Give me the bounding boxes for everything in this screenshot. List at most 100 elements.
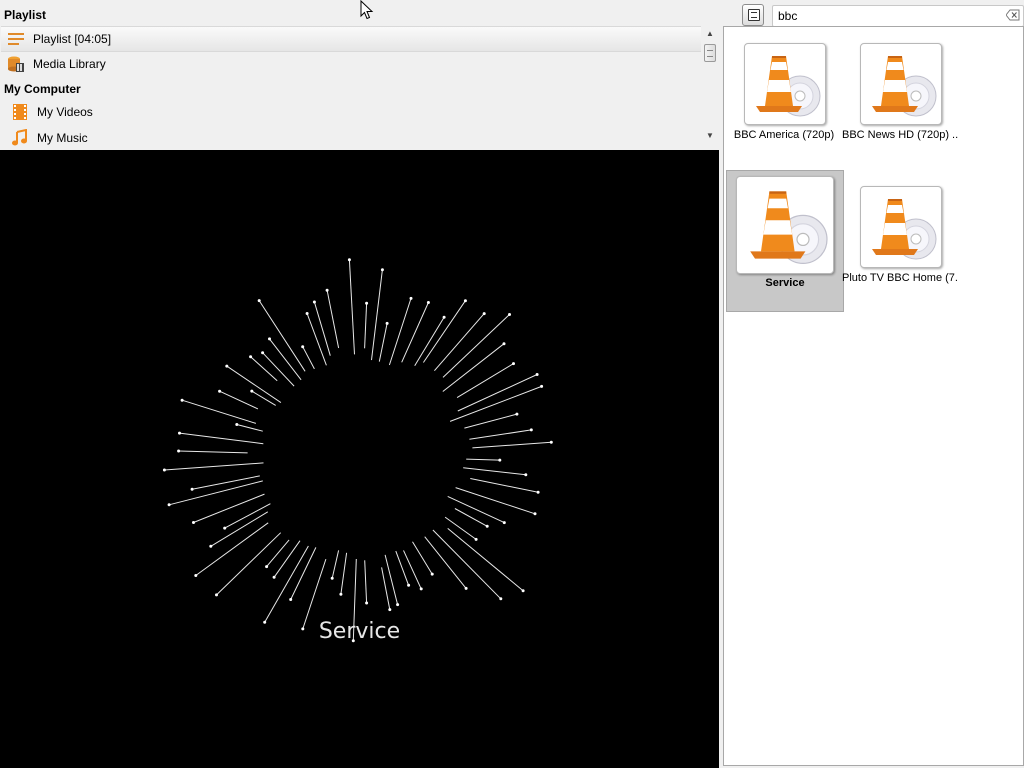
viz-ray xyxy=(266,539,290,567)
viz-ray xyxy=(371,269,383,361)
viz-dot xyxy=(325,288,329,292)
viz-dot xyxy=(499,597,503,601)
viz-dot xyxy=(257,299,261,303)
sidebar-item-playlist[interactable]: Playlist [04:05] xyxy=(1,26,701,52)
viz-ray xyxy=(331,550,340,579)
viz-ray xyxy=(302,346,315,370)
music-note-icon xyxy=(11,128,29,147)
viz-dot xyxy=(218,389,222,393)
sidebar-item-media-library[interactable]: Media Library xyxy=(1,52,701,76)
viz-ray xyxy=(348,259,355,355)
viz-ray xyxy=(250,356,278,382)
viz-ray xyxy=(466,458,500,461)
viz-ray xyxy=(444,516,477,540)
viz-ray xyxy=(313,301,331,356)
viz-ray xyxy=(442,314,510,378)
video-output[interactable]: Service xyxy=(0,150,719,768)
viz-dot xyxy=(388,608,392,612)
viz-ray xyxy=(454,508,488,527)
viz-dot xyxy=(529,428,533,432)
viz-ray xyxy=(422,300,466,363)
viz-dot xyxy=(442,315,446,319)
viz-ray xyxy=(463,467,526,476)
sidebar-item-label: My Videos xyxy=(37,105,93,119)
vlc-cone-icon xyxy=(860,186,942,268)
viz-ray xyxy=(306,313,327,366)
viz-dot xyxy=(301,345,305,349)
visualization-title: Service xyxy=(318,619,401,644)
viz-dot xyxy=(167,503,171,507)
viz-dot xyxy=(533,512,537,516)
viz-ray xyxy=(236,424,263,432)
viz-dot xyxy=(540,384,544,388)
viz-ray xyxy=(364,303,368,349)
viz-dot xyxy=(485,524,489,528)
viz-dot xyxy=(190,487,194,491)
media-library-icon xyxy=(7,55,25,73)
viz-dot xyxy=(339,592,343,596)
viz-dot xyxy=(209,544,213,548)
list-view-icon xyxy=(748,9,760,21)
viz-dot xyxy=(249,355,253,359)
viz-ray xyxy=(470,478,539,493)
viz-dot xyxy=(347,258,351,262)
clear-search-icon[interactable] xyxy=(1005,9,1020,21)
viz-ray xyxy=(258,300,306,372)
viz-ray xyxy=(412,541,433,575)
sidebar-scrollbar[interactable]: ▲ ▼ xyxy=(703,30,717,146)
audio-visualization xyxy=(162,258,553,643)
viz-dot xyxy=(508,313,511,316)
viz-dot xyxy=(178,431,181,435)
vlc-cone-icon xyxy=(736,176,834,274)
viz-ray xyxy=(179,432,264,445)
viz-dot xyxy=(549,440,553,444)
search-input[interactable] xyxy=(776,7,1000,25)
viz-ray xyxy=(364,560,368,604)
viz-ray xyxy=(269,338,302,381)
sidebar-item-my-videos[interactable]: My Videos xyxy=(1,100,701,124)
viz-ray xyxy=(447,528,524,592)
toggle-view-button[interactable] xyxy=(742,4,764,26)
scrollbar-thumb[interactable] xyxy=(704,44,716,62)
viz-ray xyxy=(424,536,467,589)
vlc-cone-icon xyxy=(744,43,826,125)
scroll-down-arrow-icon[interactable]: ▼ xyxy=(706,132,714,140)
sidebar-item-label: My Music xyxy=(37,131,88,145)
viz-dot xyxy=(535,373,539,376)
viz-dot xyxy=(407,583,411,587)
viz-dot xyxy=(312,300,316,304)
viz-ray xyxy=(178,450,248,454)
viz-ray xyxy=(181,399,257,424)
grid-item-pluto-tv-bbc-home[interactable]: Pluto TV BBC Home (7... xyxy=(842,180,958,320)
viz-dot xyxy=(419,587,423,591)
grid-item-service[interactable]: Service xyxy=(726,170,844,312)
viz-dot xyxy=(235,423,239,426)
viz-dot xyxy=(482,312,486,316)
viz-dot xyxy=(305,312,309,315)
scroll-up-arrow-icon[interactable]: ▲ xyxy=(706,30,714,38)
viz-ray xyxy=(456,363,514,399)
viz-dot xyxy=(521,589,525,593)
viz-ray xyxy=(273,540,301,578)
grid-item-bbc-news-hd[interactable]: BBC News HD (720p) ... xyxy=(842,37,958,177)
grid-item-label: BBC News HD (720p) ... xyxy=(842,129,958,141)
viz-dot xyxy=(250,389,254,393)
viz-dot xyxy=(536,490,540,494)
viz-ray xyxy=(192,475,260,490)
viz-dot xyxy=(177,449,181,453)
viz-ray xyxy=(414,317,445,366)
grid-item-bbc-america[interactable]: BBC America (720p) xyxy=(726,37,842,177)
playlist-icon xyxy=(7,30,25,48)
viz-dot xyxy=(225,364,229,368)
viz-ray xyxy=(264,545,309,623)
grid-item-label: Service xyxy=(765,277,805,289)
search-box[interactable] xyxy=(772,5,1024,27)
viz-dot xyxy=(365,601,369,605)
viz-dot xyxy=(396,603,400,607)
viz-dot xyxy=(272,575,276,579)
viz-dot xyxy=(180,398,184,402)
viz-dot xyxy=(330,576,334,580)
viz-dot xyxy=(474,537,478,541)
viz-dot xyxy=(192,521,195,524)
sidebar-item-my-music[interactable]: My Music xyxy=(1,126,701,150)
